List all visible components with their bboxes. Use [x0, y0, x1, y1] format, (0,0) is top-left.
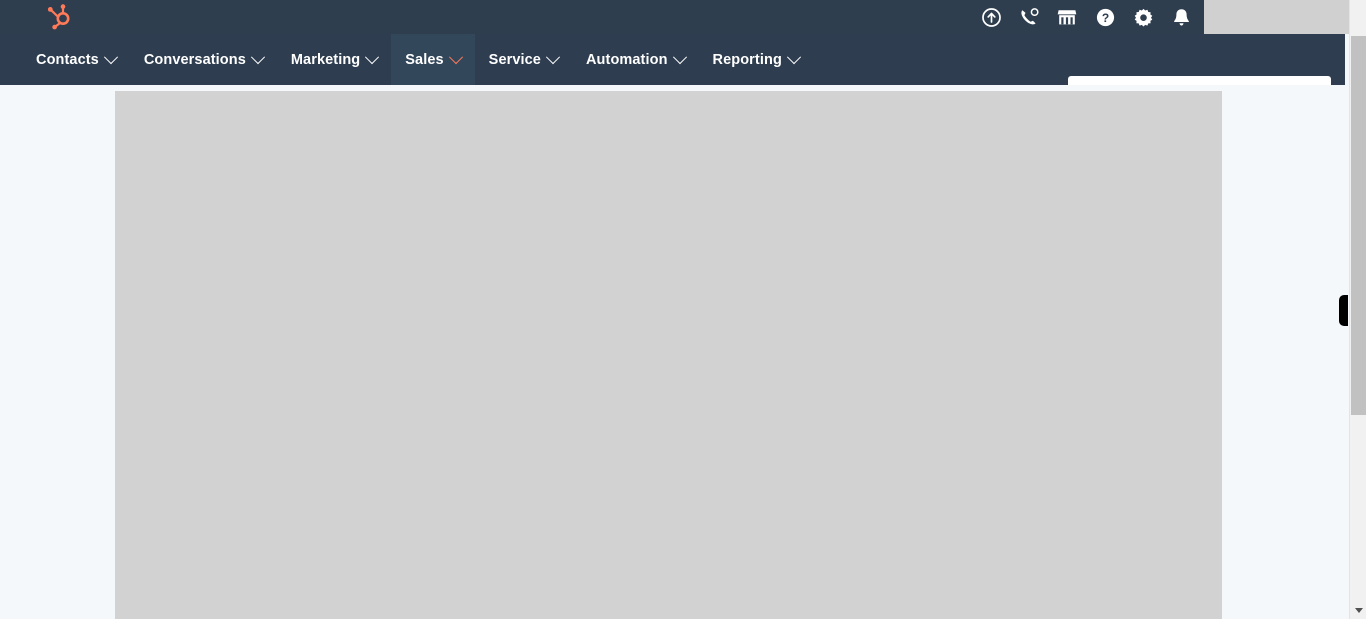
nav-item-reporting[interactable]: Reporting: [699, 34, 813, 85]
calling-icon[interactable]: [1019, 7, 1039, 27]
chevron-down-icon: [545, 49, 561, 64]
nav-item-label: Sales: [405, 51, 444, 68]
hubspot-sprocket-logo[interactable]: [43, 4, 71, 30]
nav-item-conversations[interactable]: Conversations: [130, 34, 277, 85]
chevron-down-icon: [672, 49, 687, 64]
nav-item-contacts[interactable]: Contacts: [22, 34, 130, 85]
nav-item-label: Contacts: [36, 51, 99, 68]
chevron-down-icon: [250, 49, 265, 64]
notifications-bell-icon[interactable]: [1171, 7, 1191, 27]
nav-item-automation[interactable]: Automation: [572, 34, 699, 85]
nav-item-label: Automation: [585, 51, 668, 68]
nav-item-label: Marketing: [290, 51, 361, 68]
page-body: [0, 85, 1345, 619]
nav-item-label: Reporting: [712, 51, 782, 68]
browser-viewport: ? Contacts Conversations Marketing Sales…: [0, 0, 1366, 619]
top-utility-bar: ?: [0, 0, 1366, 34]
nav-item-sales[interactable]: Sales: [391, 34, 475, 85]
panel-drag-handle[interactable]: [1339, 295, 1348, 326]
nav-item-service[interactable]: Service: [475, 34, 572, 85]
main-content-placeholder: [115, 91, 1222, 619]
chevron-down-icon: [365, 49, 380, 64]
main-navigation-bar: Contacts Conversations Marketing Sales S…: [0, 34, 1345, 110]
scrollbar-thumb[interactable]: [1351, 36, 1366, 415]
help-icon[interactable]: ?: [1095, 7, 1115, 27]
nav-item-marketing[interactable]: Marketing: [277, 34, 391, 85]
upgrade-icon[interactable]: [981, 7, 1001, 27]
topbar-overlay-region: [1204, 0, 1366, 34]
scrollbar-down-arrow[interactable]: [1350, 602, 1366, 619]
chevron-down-icon: [448, 49, 463, 64]
triangle-down-icon: [1354, 608, 1363, 613]
chevron-down-icon: [103, 49, 118, 64]
marketplace-icon[interactable]: [1057, 7, 1077, 27]
nav-item-label: Conversations: [143, 51, 246, 68]
nav-item-list: Contacts Conversations Marketing Sales S…: [22, 34, 813, 85]
utility-icon-group: ?: [981, 0, 1191, 34]
browser-scrollbar[interactable]: [1349, 0, 1366, 619]
nav-item-label: Service: [488, 51, 541, 68]
settings-gear-icon[interactable]: [1133, 7, 1153, 27]
chevron-down-icon: [786, 49, 801, 64]
svg-text:?: ?: [1101, 11, 1108, 25]
